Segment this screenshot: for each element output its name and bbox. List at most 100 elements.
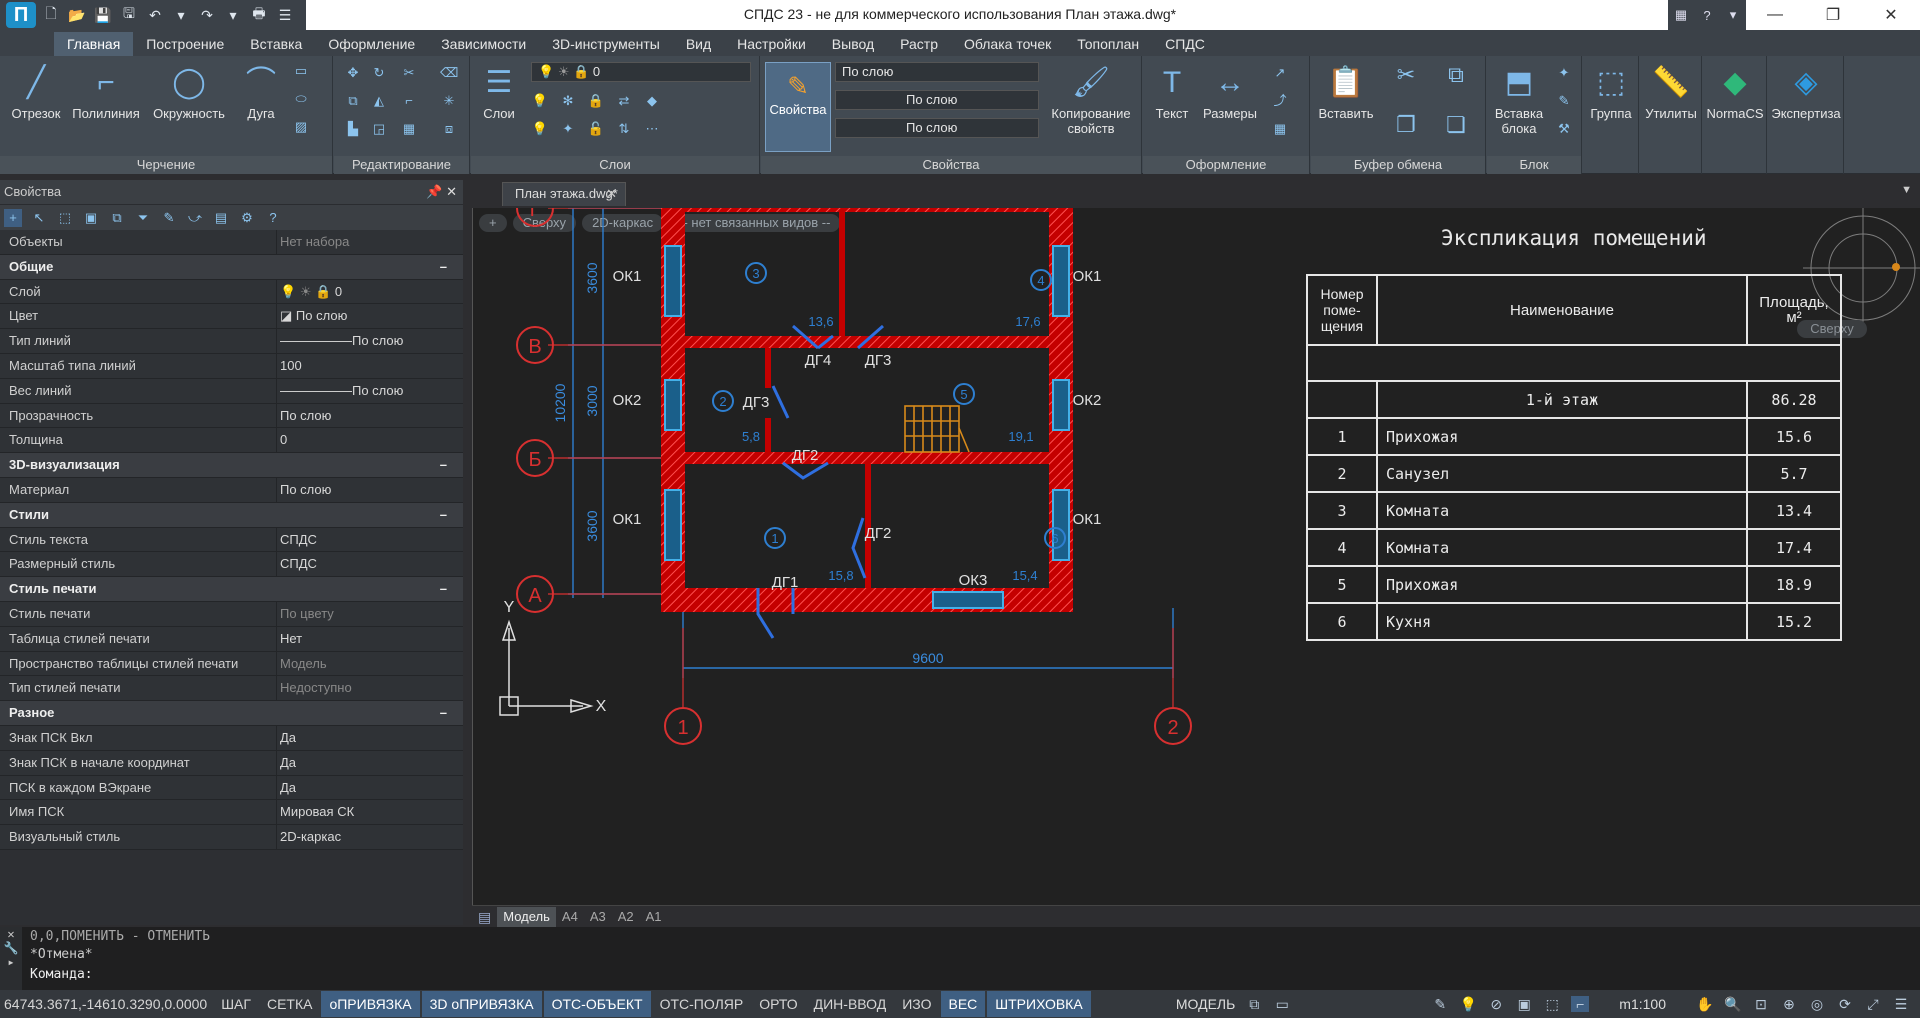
property-row[interactable]: Знак ПСК в начале координат Да xyxy=(0,750,463,776)
tab-0[interactable]: Главная xyxy=(54,32,134,56)
monitor-icon[interactable]: ▭ xyxy=(1273,996,1291,1013)
restore-button[interactable]: ❐ xyxy=(1804,0,1862,30)
layer-freeze-icon[interactable]: ✻ xyxy=(559,92,577,110)
property-row[interactable]: Прозрачность По слою xyxy=(0,403,463,429)
coordinates-readout[interactable]: 64743.3671,-14610.3290,0.0000 xyxy=(0,996,213,1012)
pan-icon[interactable]: ✋ xyxy=(1696,996,1714,1013)
tab-11[interactable]: Топоплан xyxy=(1064,32,1152,56)
tab-5[interactable]: 3D-инструменты xyxy=(539,32,673,56)
select-objects-icon[interactable]: ↖ xyxy=(30,209,48,227)
layout-menu-icon[interactable]: ▤ xyxy=(472,907,497,927)
tab-6[interactable]: Вид xyxy=(673,32,724,56)
save-as-icon[interactable]: 🖫 xyxy=(118,4,140,26)
property-row[interactable]: Имя ПСК Мировая СК xyxy=(0,800,463,826)
section-header[interactable]: Стиль печати – xyxy=(0,577,463,602)
app-logo-icon[interactable]: П xyxy=(6,2,36,28)
open-file-icon[interactable]: 📂 xyxy=(66,4,88,26)
section-header[interactable]: Стили – xyxy=(0,502,463,528)
property-row[interactable]: Цвет ◪ По слою xyxy=(0,304,463,330)
menu-icon[interactable]: ☰ xyxy=(1892,996,1910,1013)
insert-block-button[interactable]: ⬒ Вставка блока xyxy=(1489,62,1549,136)
save-icon[interactable]: 💾 xyxy=(92,4,114,26)
help-button[interactable]: ? xyxy=(1694,0,1720,30)
select-similar-icon[interactable]: ⧉ xyxy=(108,209,126,227)
section-header[interactable]: Общие – xyxy=(0,254,463,280)
edit-block-icon[interactable]: ✎ xyxy=(1555,92,1573,110)
status-toggle-4[interactable]: ОТС-ОБЪЕКТ xyxy=(543,991,651,1017)
create-block-icon[interactable]: ✦ xyxy=(1555,64,1573,82)
tab-9[interactable]: Растр xyxy=(887,32,951,56)
layout-tab-2[interactable]: A3 xyxy=(584,907,612,927)
copy-clip-icon[interactable]: ❐ xyxy=(1391,114,1421,146)
status-toggle-3[interactable]: 3D оПРИВЯЗКА xyxy=(421,991,542,1017)
units-icon[interactable]: ⬚ xyxy=(1543,996,1561,1013)
filter-icon[interactable]: ⏷ xyxy=(134,209,152,227)
leader-icon[interactable]: ↗ xyxy=(1271,64,1289,82)
lineweight-combo[interactable]: По слою xyxy=(835,118,1039,138)
status-toggle-7[interactable]: ДИН-ВВОД xyxy=(806,991,895,1017)
layer-combo[interactable]: 💡 ☀ 🔒 0 xyxy=(531,62,751,82)
collapse-icon[interactable]: – xyxy=(440,453,447,477)
copy-base-icon[interactable]: ❏ xyxy=(1441,114,1471,146)
property-row[interactable]: Толщина 0 xyxy=(0,428,463,454)
group-button[interactable]: ⬚ Группа xyxy=(1583,62,1639,121)
text-tool-button[interactable]: T Текст xyxy=(1147,62,1197,121)
view-icon[interactable]: ▤ xyxy=(212,209,230,227)
linetype-combo[interactable]: По слою xyxy=(835,90,1039,110)
line-tool-button[interactable]: ╱ Отрезок xyxy=(6,62,66,121)
section-header[interactable]: Разное – xyxy=(0,701,463,726)
property-row[interactable]: Масштаб типа линий 100 xyxy=(0,353,463,379)
property-row[interactable]: Тип стилей печати Недоступно xyxy=(0,676,463,702)
expertise-button[interactable]: ◈ Экспертиза xyxy=(1768,62,1844,121)
new-file-icon[interactable]: 🗋 xyxy=(40,4,62,26)
layer-unlock-icon[interactable]: 🔓 xyxy=(587,120,605,138)
tabs-menu-icon[interactable]: ▼ xyxy=(1901,184,1912,196)
normacs-button[interactable]: ◆ NormaCS xyxy=(1703,62,1767,121)
help-dropdown-icon[interactable]: ▾ xyxy=(1720,0,1746,30)
customize-toolbar-icon[interactable]: ☰ xyxy=(274,4,296,26)
model-space-label[interactable]: МОДЕЛЬ xyxy=(1176,996,1235,1012)
clean-screen-icon[interactable]: ⤢ xyxy=(1864,996,1882,1013)
multileader-icon[interactable]: ⤴ xyxy=(1271,92,1289,110)
scale-icon[interactable]: ◲ xyxy=(370,120,388,138)
property-row[interactable]: Слой 💡 ☀ 🔒 0 xyxy=(0,279,463,305)
rotate-icon[interactable]: ↻ xyxy=(370,64,388,82)
panel-close-icon[interactable]: 📌 ✕ xyxy=(426,180,457,204)
match-properties-button[interactable]: 🖌 Копирование свойств xyxy=(1043,62,1139,136)
toggle-pickadd-icon[interactable]: + xyxy=(4,208,22,227)
select-window-icon[interactable]: ▣ xyxy=(82,209,100,227)
offset-icon[interactable]: ⧈ xyxy=(440,120,458,138)
status-toggle-0[interactable]: ШАГ xyxy=(213,991,259,1017)
copy-icon[interactable]: ⧉ xyxy=(344,92,362,110)
stretch-icon[interactable]: ▙ xyxy=(344,120,362,138)
select-cycle-icon[interactable]: ⤻ xyxy=(186,209,204,227)
cut-icon[interactable]: ✂ xyxy=(1391,64,1421,96)
undo-icon[interactable]: ↶ xyxy=(144,4,166,26)
circle-tool-button[interactable]: ◯ Окружность xyxy=(146,62,232,121)
tab-3[interactable]: Оформление xyxy=(315,32,428,56)
property-row[interactable]: Стиль текста СПДС xyxy=(0,527,463,553)
status-toggle-6[interactable]: ОРТО xyxy=(751,991,805,1017)
panel-title[interactable]: Черчение xyxy=(0,156,332,174)
dropdown-icon[interactable]: ▾ xyxy=(170,4,192,26)
status-toggle-2[interactable]: оПРИВЯЗКА xyxy=(321,991,420,1017)
annotation-scale[interactable]: m1:100 xyxy=(1599,996,1686,1012)
section-header[interactable]: 3D-визуализация – xyxy=(0,453,463,478)
refresh-icon[interactable]: ⟳ xyxy=(1836,996,1854,1013)
panel-title[interactable]: Буфер обмена xyxy=(1311,156,1485,174)
layer-match-icon[interactable]: ⇄ xyxy=(615,92,633,110)
print-icon[interactable]: 🖶 xyxy=(248,4,270,26)
hatch-icon[interactable]: ▨ xyxy=(292,118,310,136)
ucs-toggle-icon[interactable]: ⌐ xyxy=(1571,996,1590,1012)
annotation-icon[interactable]: ✎ xyxy=(1431,996,1449,1013)
minimize-button[interactable]: — xyxy=(1746,0,1804,30)
panel-title[interactable]: Редактирование xyxy=(334,156,469,174)
polyline-tool-button[interactable]: ⌐ Полилиния xyxy=(70,62,142,121)
layer-thaw-icon[interactable]: ✦ xyxy=(559,120,577,138)
ellipse-icon[interactable]: ⬭ xyxy=(292,90,310,108)
close-button[interactable]: ✕ xyxy=(1862,0,1920,30)
panel-title[interactable]: Оформление xyxy=(1143,156,1309,174)
tab-2[interactable]: Вставка xyxy=(237,32,315,56)
collapse-icon[interactable]: – xyxy=(440,701,447,725)
property-row[interactable]: Знак ПСК Вкл Да xyxy=(0,725,463,751)
